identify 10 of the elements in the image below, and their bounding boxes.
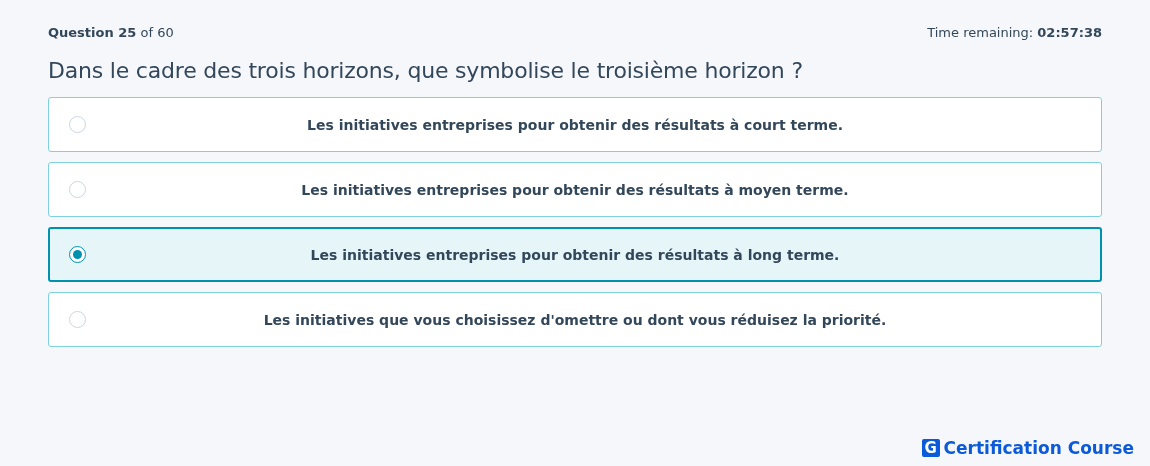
brand-name: Certification Course bbox=[943, 438, 1134, 458]
answer-option[interactable]: Les initiatives entreprises pour obtenir des résultats à long terme. bbox=[48, 227, 1102, 282]
answer-option[interactable]: Les initiatives entreprises pour obtenir des résultats à moyen terme. bbox=[48, 162, 1102, 217]
question-counter: Question 25 of 60 bbox=[48, 24, 174, 40]
time-remaining: Time remaining: 02:57:38 bbox=[927, 24, 1102, 40]
logo-mark: G bbox=[921, 439, 940, 457]
question-text: Dans le cadre des trois horizons, que symbolise le troisième horizon ? bbox=[48, 58, 804, 83]
answer-option[interactable]: Les initiatives entreprises pour obtenir des résultats à court terme. bbox=[48, 97, 1102, 152]
answer-option[interactable]: Les initiatives que vous choisissez d'omettre ou dont vous réduisez la priorité. bbox=[48, 292, 1102, 347]
radio-button[interactable] bbox=[69, 246, 86, 263]
